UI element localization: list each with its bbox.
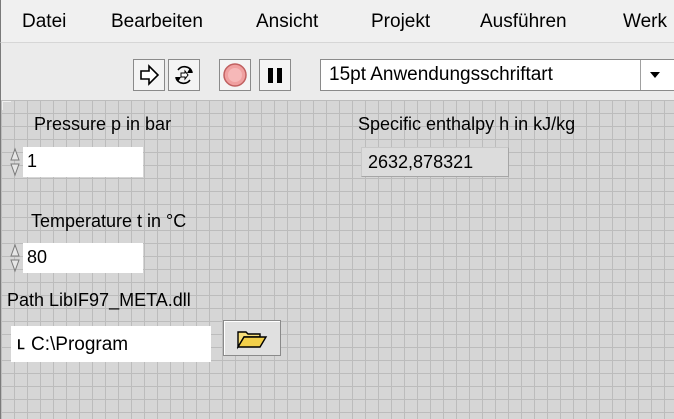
path-label: Path LibIF97_META.dll [7, 290, 191, 310]
menu-werkzeuge[interactable]: Werk [623, 11, 667, 33]
path-input[interactable]: ᒪ C:\Program [11, 326, 211, 362]
pressure-label: Pressure p in bar [34, 114, 172, 134]
temperature-value: 80 [27, 247, 48, 267]
menu-projekt[interactable]: Projekt [371, 11, 430, 33]
abort-stop-icon [223, 63, 247, 87]
temperature-input[interactable]: 80 [23, 243, 143, 273]
menu-datei[interactable]: Datei [22, 11, 66, 33]
font-select-value: 15pt Anwendungsschriftart [329, 64, 553, 85]
folder-open-icon [236, 331, 268, 350]
path-refnum-icon: ᒪ [17, 337, 25, 352]
abort-button[interactable] [219, 59, 251, 91]
menu-bar: Datei Bearbeiten Ansicht Projekt Ausführ… [0, 0, 674, 42]
enthalpy-indicator: 2632,878321 [361, 147, 509, 177]
menu-ausfuehren[interactable]: Ausführen [480, 11, 567, 33]
panel-origin-marker [2, 101, 11, 110]
dropdown-arrow-icon[interactable] [640, 60, 670, 90]
temperature-label: Temperature t in °C [31, 211, 187, 231]
menu-ansicht[interactable]: Ansicht [256, 11, 318, 33]
front-panel: Pressure p in bar 1 Specific enthalpy h … [0, 100, 674, 419]
run-continuously-button[interactable] [168, 59, 200, 91]
enthalpy-value: 2632,878321 [368, 152, 474, 172]
pressure-input[interactable]: 1 [23, 147, 143, 177]
enthalpy-label: Specific enthalpy h in kJ/kg [358, 114, 576, 134]
run-button[interactable] [133, 59, 165, 91]
browse-button[interactable] [223, 320, 281, 356]
font-select[interactable]: 15pt Anwendungsschriftart [320, 59, 674, 91]
menu-bearbeiten[interactable]: Bearbeiten [111, 11, 203, 33]
toolbar: 15pt Anwendungsschriftart [0, 42, 674, 100]
temperature-increment-decrement-icon[interactable] [9, 243, 21, 273]
pressure-value: 1 [27, 151, 38, 171]
run-arrow-icon [140, 64, 160, 86]
labview-window: Datei Bearbeiten Ansicht Projekt Ausführ… [0, 0, 674, 419]
pause-button[interactable] [259, 59, 291, 91]
pressure-increment-decrement-icon[interactable] [9, 147, 21, 177]
run-continuously-icon [175, 65, 193, 85]
pause-icon [268, 68, 282, 83]
path-value: C:\Program [31, 334, 129, 355]
